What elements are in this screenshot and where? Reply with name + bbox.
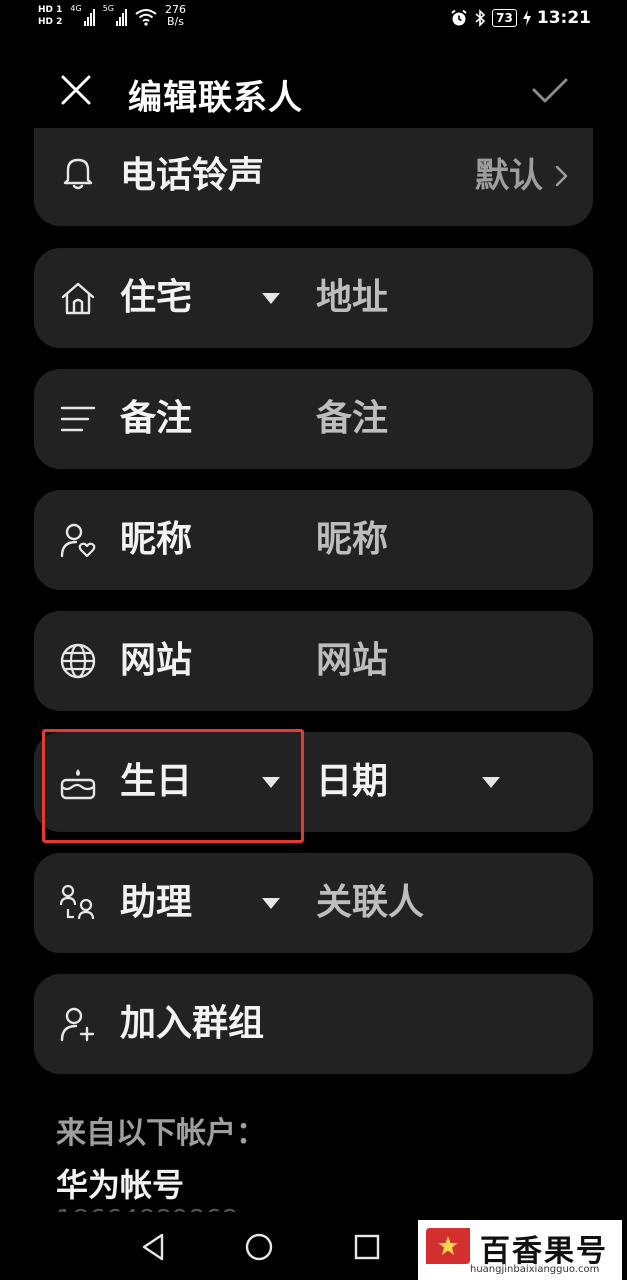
speed-unit: B/s	[167, 15, 184, 28]
network-1-label: 4G	[70, 4, 82, 13]
home-button-icon[interactable]	[244, 1232, 274, 1262]
chevron-down-icon[interactable]	[482, 777, 500, 788]
title-bar: 编辑联系人	[0, 58, 627, 122]
ringtone-label: 电话铃声	[120, 155, 265, 196]
person-add-icon	[60, 1007, 95, 1042]
highlight-box	[42, 729, 304, 843]
back-icon[interactable]	[140, 1232, 166, 1262]
join-group-row[interactable]: 加入群组	[34, 974, 593, 1074]
nickname-input[interactable]: 昵称	[316, 516, 388, 564]
recent-apps-icon[interactable]	[354, 1234, 380, 1260]
ringtone-row[interactable]: 电话铃声 默认	[34, 128, 593, 226]
page-title: 编辑联系人	[128, 78, 303, 118]
related-person-input[interactable]: 关联人	[316, 879, 424, 927]
sim-indicators: HD 1 HD 2	[38, 4, 62, 28]
assistant-type-label[interactable]: 助理	[120, 879, 192, 927]
check-icon[interactable]	[528, 70, 572, 110]
alarm-icon	[451, 9, 467, 26]
clock: 13:21	[536, 8, 591, 28]
signal-1-icon: 4G	[70, 4, 95, 26]
related-person-icon	[59, 884, 95, 920]
nickname-label: 昵称	[120, 519, 193, 560]
website-row[interactable]: 网站 网站	[34, 611, 593, 711]
address-type-label[interactable]: 住宅	[120, 274, 192, 322]
home-icon	[61, 282, 95, 315]
join-group-label: 加入群组	[120, 1003, 265, 1044]
network-speed: 276 B/s	[165, 4, 186, 28]
wifi-icon	[135, 9, 157, 26]
chevron-down-icon[interactable]	[262, 898, 280, 909]
note-input[interactable]: 备注	[316, 395, 388, 443]
bell-icon	[63, 158, 93, 190]
watermark-url: huangjinbaixiangguo.com	[470, 1264, 600, 1275]
nickname-row[interactable]: 昵称 昵称	[34, 490, 593, 590]
bluetooth-icon	[475, 9, 486, 27]
address-row[interactable]: 住宅 地址	[34, 248, 593, 348]
assistant-row[interactable]: 助理 关联人	[34, 853, 593, 953]
status-bar: HD 1 HD 2 4G 5G 276 B/s 73 13:21	[0, 0, 627, 40]
watermark-logo-icon	[426, 1228, 470, 1264]
date-picker[interactable]: 日期	[316, 758, 388, 806]
website-input[interactable]: 网站	[316, 637, 388, 685]
close-icon[interactable]	[56, 70, 96, 110]
accounts-heading: 来自以下帐户：	[56, 1116, 266, 1151]
chevron-down-icon[interactable]	[262, 293, 280, 304]
hd2-label: HD 2	[38, 17, 63, 27]
hd1-label: HD 1	[38, 5, 63, 15]
address-input[interactable]: 地址	[316, 274, 388, 322]
network-2-label: 5G	[102, 4, 114, 13]
website-label: 网站	[120, 640, 193, 681]
charging-icon	[522, 10, 531, 26]
notes-icon	[60, 406, 96, 432]
chevron-right-icon	[555, 165, 568, 187]
watermark: 百香果号 huangjinbaixiangguo.com	[418, 1220, 622, 1280]
status-right: 73 13:21	[450, 8, 591, 28]
person-heart-icon	[60, 523, 96, 558]
status-left: HD 1 HD 2 4G 5G 276 B/s	[38, 4, 186, 28]
note-row[interactable]: 备注 备注	[34, 369, 593, 469]
signal-2-icon: 5G	[103, 4, 127, 26]
account-name: 华为帐号	[56, 1166, 185, 1204]
battery-level: 73	[492, 9, 517, 27]
ringtone-value: 默认	[475, 156, 543, 196]
note-label: 备注	[120, 398, 193, 439]
globe-icon	[60, 643, 96, 679]
